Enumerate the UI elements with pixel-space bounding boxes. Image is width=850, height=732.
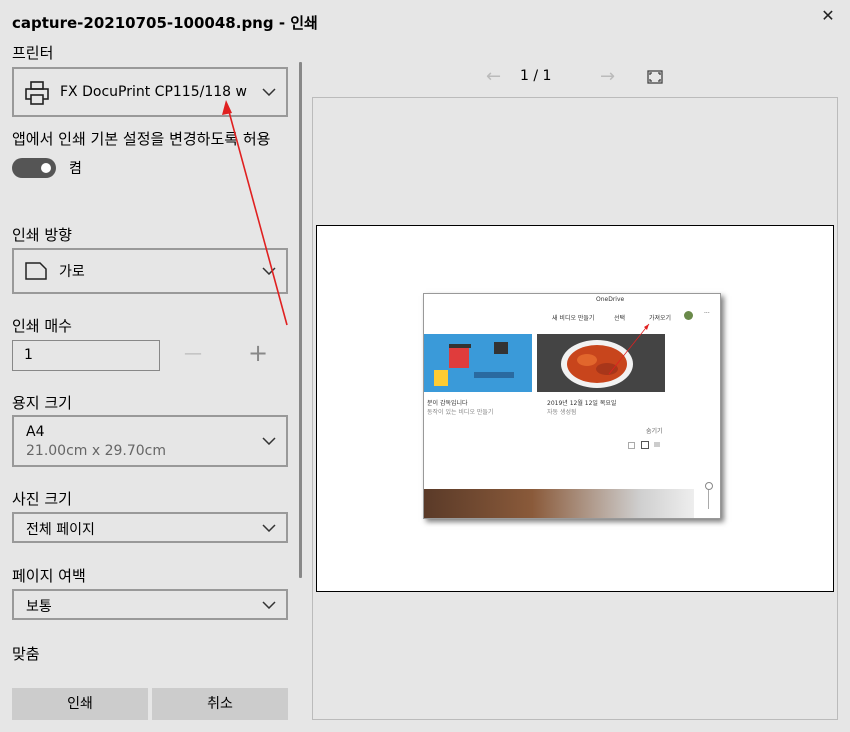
annotation-arrow [222, 100, 288, 326]
